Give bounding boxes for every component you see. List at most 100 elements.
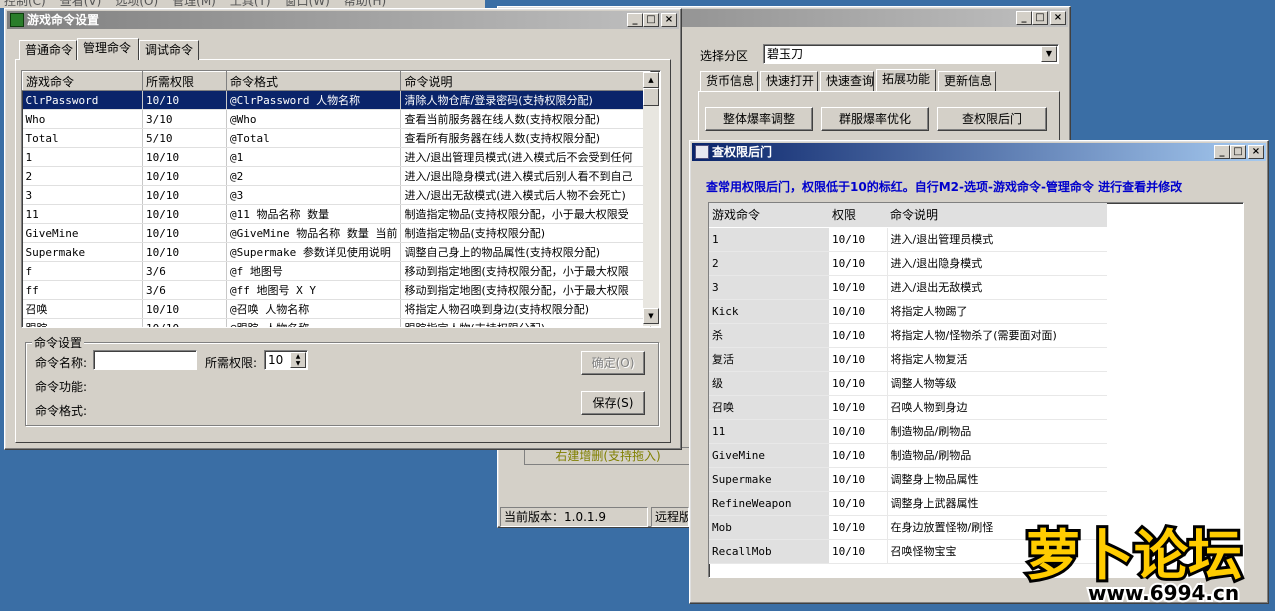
app-icon (10, 13, 24, 27)
tab-command-2[interactable]: 调试命令 (139, 40, 199, 60)
column-header[interactable]: 权限 (829, 203, 887, 228)
close-icon[interactable]: × (661, 13, 677, 27)
group-drop-rate-button[interactable]: 群服爆率优化 (821, 107, 929, 131)
table-row[interactable]: ff 3/6 @ff 地图号 X Y 移动到指定地图(支持权限分配，小于最大权限 (22, 280, 652, 300)
table-cell: 1 (709, 227, 829, 252)
table-row[interactable]: f 3/6 @f 地图号 移动到指定地图(支持权限分配，小于最大权限 (22, 261, 652, 281)
table-cell: @11 物品名称 数量 (226, 204, 402, 224)
table-cell: 5/10 (142, 128, 227, 148)
tab-command-0[interactable]: 普通命令 (19, 40, 77, 60)
tab-main-1[interactable]: 快速打开 (760, 71, 818, 91)
ok-button[interactable]: 确定(O) (581, 351, 645, 375)
table-row[interactable]: GiveMine 10/10 @GiveMine 物品名称 数量 当前 制造指定物品(… (22, 223, 652, 243)
minimize-icon[interactable]: _ (627, 13, 643, 27)
table-row[interactable]: 杀 10/10 将指定人物/怪物杀了(需要面对面) (709, 323, 1107, 348)
close-icon[interactable]: × (1050, 11, 1066, 25)
watermark-name: 萝卜论坛 (1026, 524, 1242, 587)
table-row[interactable]: 召唤 10/10 召唤人物到身边 (709, 395, 1107, 420)
table-row[interactable]: Total 5/10 @Total 查看所有服务器在线人数(支持权限分配) (22, 128, 652, 148)
table-cell: 进入/退出隐身模式(进入模式后别人看不到自己 (400, 166, 652, 186)
table-row[interactable]: 11 10/10 @11 物品名称 数量 制造指定物品(支持权限分配，小于最大权限受 (22, 204, 652, 224)
menu-item[interactable]: 帮助(H) (344, 0, 386, 8)
menu-item[interactable]: 查看(V) (60, 0, 102, 8)
table-row[interactable]: 11 10/10 制造物品/刷物品 (709, 419, 1107, 444)
menu-item[interactable]: 窗口(W) (285, 0, 330, 8)
column-header[interactable]: 游戏命令 (709, 203, 829, 228)
table-cell: 10/10 (829, 227, 888, 252)
scroll-up-icon[interactable]: ▲ (643, 72, 659, 88)
table-cell: 进入/退出无敌模式 (887, 275, 1107, 300)
command-function-label: 命令功能: (35, 380, 88, 394)
table-row[interactable]: 复活 10/10 将指定人物复活 (709, 347, 1107, 372)
maximize-icon[interactable]: □ (643, 13, 659, 27)
minimize-icon[interactable]: _ (1214, 145, 1230, 159)
permission-title: 查权限后门 (712, 145, 773, 159)
table-row[interactable]: 召唤 10/10 @召唤 人物名称 将指定人物召唤到身边(支持权限分配) (22, 299, 652, 319)
table-cell: f (22, 261, 143, 281)
table-row[interactable]: 3 10/10 进入/退出无敌模式 (709, 275, 1107, 300)
table-row[interactable]: ClrPassword 10/10 @ClrPassword 人物名称 清除人物仓库/… (22, 90, 652, 110)
tab-command-1[interactable]: 管理命令 (77, 38, 139, 60)
table-cell: Kick (709, 299, 829, 324)
scroll-thumb[interactable] (643, 88, 659, 106)
table-cell: 召唤 (22, 299, 143, 319)
command-name-input[interactable] (93, 350, 197, 370)
tab-main-4[interactable]: 更新信息 (938, 71, 996, 91)
command-list[interactable]: 游戏命令 所需权限 命令格式 命令说明 ClrPassword 10/10 @ClrPas… (21, 70, 661, 328)
check-permission-backdoor-button[interactable]: 查权限后门 (937, 107, 1047, 131)
column-header[interactable]: 所需权限 (142, 71, 227, 91)
table-cell: 10/10 (829, 251, 888, 276)
minimize-icon[interactable]: _ (1016, 11, 1032, 25)
column-header[interactable]: 命令说明 (400, 71, 652, 91)
table-row[interactable]: 级 10/10 调整人物等级 (709, 371, 1107, 396)
save-button[interactable]: 保存(S) (581, 391, 645, 415)
close-icon[interactable]: × (1248, 145, 1264, 159)
table-row[interactable]: 2 10/10 @2 进入/退出隐身模式(进入模式后别人看不到自己 (22, 166, 652, 186)
table-cell: 查看所有服务器在线人数(支持权限分配) (400, 128, 652, 148)
table-cell: 10/10 (142, 242, 227, 262)
game-command-title: 游戏命令设置 (27, 13, 100, 27)
menu-item[interactable]: 控制(C) (4, 0, 46, 8)
maximize-icon[interactable]: □ (1230, 145, 1246, 159)
column-header[interactable]: 命令格式 (225, 71, 402, 91)
table-row[interactable]: 跟踪10/10@跟踪 人物名称跟踪指定人物(支持权限分配) (22, 318, 652, 327)
table-row[interactable]: Who 3/10 @Who 查看当前服务器在线人数(支持权限分配) (22, 109, 652, 129)
table-row[interactable]: 3 10/10 @3 进入/退出无敌模式(进入模式后人物不会死亡) (22, 185, 652, 205)
zone-select-value: 碧玉刀 (767, 47, 804, 61)
table-cell: 1 (22, 147, 143, 167)
tab-main-0[interactable]: 货币信息 (700, 71, 758, 91)
column-header[interactable]: 游戏命令 (22, 71, 143, 91)
table-cell: 3/6 (142, 261, 227, 281)
overall-drop-rate-button[interactable]: 整体爆率调整 (705, 107, 813, 131)
table-cell: 10/10 (829, 443, 888, 468)
table-cell: 10/10 (142, 318, 227, 327)
maximize-icon[interactable]: □ (1032, 11, 1048, 25)
tab-main-3[interactable]: 拓展功能 (876, 69, 936, 91)
table-cell: 进入/退出管理员模式(进入模式后不会受到任何 (400, 147, 652, 167)
table-cell: 11 (709, 419, 829, 444)
permission-stepper[interactable]: 10 ▲ ▼ (264, 350, 308, 370)
menu-item[interactable]: 选项(O) (115, 0, 158, 8)
tab-main-2[interactable]: 快速查询 (820, 71, 874, 91)
spin-arrows-icon[interactable]: ▲ ▼ (290, 352, 306, 368)
chevron-down-icon[interactable]: ▼ (1041, 46, 1057, 62)
permission-notice: 查常用权限后门，权限低于10的标红。自行M2-选项-游戏命令-管理命令 进行查看… (706, 180, 1183, 194)
table-cell: @ClrPassword 人物名称 (226, 90, 402, 110)
table-row[interactable]: 2 10/10 进入/退出隐身模式 (709, 251, 1107, 276)
menu-item[interactable]: 工具(T) (230, 0, 271, 8)
column-header[interactable]: 命令说明 (887, 203, 1107, 228)
scroll-down-icon[interactable]: ▼ (643, 308, 659, 324)
table-cell: 移动到指定地图(支持权限分配，小于最大权限 (400, 261, 652, 281)
table-row[interactable]: 1 10/10 @1 进入/退出管理员模式(进入模式后不会受到任何 (22, 147, 652, 167)
table-row[interactable]: 1 10/10 进入/退出管理员模式 (709, 227, 1107, 252)
zone-select[interactable]: 碧玉刀 ▼ (763, 44, 1059, 64)
table-row[interactable]: Supermake 10/10 @Supermake 参数详见使用说明 调整自己身上的… (22, 242, 652, 262)
table-row[interactable]: GiveMine 10/10 制造物品/刷物品 (709, 443, 1107, 468)
table-cell: RecallMob (709, 539, 829, 564)
command-list-scrollbar[interactable]: ▲ ▼ (643, 72, 659, 326)
table-row[interactable]: Kick 10/10 将指定人物踢了 (709, 299, 1107, 324)
game-command-titlebar: 游戏命令设置 _ □ × (7, 11, 679, 29)
table-cell: 进入/退出无敌模式(进入模式后人物不会死亡) (400, 185, 652, 205)
table-row[interactable]: Supermake 10/10 调整身上物品属性 (709, 467, 1107, 492)
menu-item[interactable]: 管理(M) (172, 0, 216, 8)
